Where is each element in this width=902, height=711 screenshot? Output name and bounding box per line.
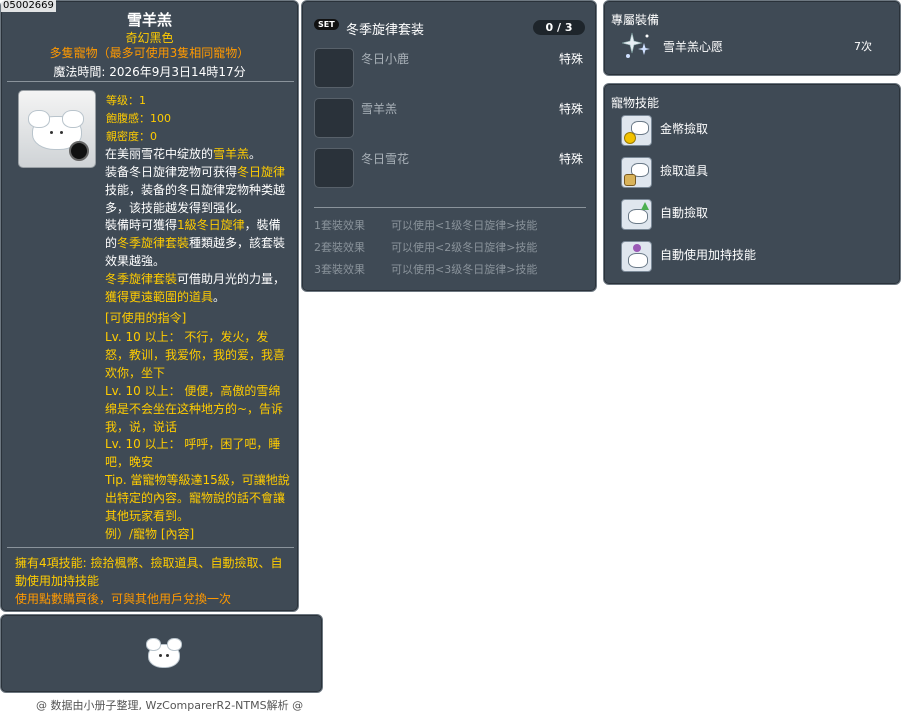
- divider: [7, 81, 294, 82]
- item-id-label: 05002669: [1, 0, 56, 12]
- description-paragraph-1: 在美丽雪花中绽放的雪羊羔。: [105, 147, 262, 161]
- stat-fullness: 飽腹感：100: [106, 112, 171, 125]
- set-item-type: 特殊: [559, 52, 584, 66]
- description-paragraph-3: 裝備時可獲得1級冬日旋律，裝備的冬季旋律套裝種類越多，該套裝效果越強。: [105, 218, 286, 268]
- skill-name: 撿取道具: [660, 164, 709, 178]
- equip-item-name: 雪羊羔心愿: [663, 40, 724, 54]
- skill-name: 自動撿取: [660, 206, 709, 220]
- item-name: 雪羊羔: [126, 11, 172, 29]
- command-tip: Tip. 當寵物等級達15級，可讓牠說出特定的內容。寵物說的話不會讓其他玩家看到…: [105, 473, 290, 523]
- set-item-name: 冬日雪花: [361, 152, 410, 166]
- pet-type-label: 多隻寵物（最多可使用3隻相同寵物）: [49, 46, 250, 60]
- command-line-1: Lv. 10 以上： 不行，发火，发怒，教训，我爱你，我的爱，我喜欢你，坐下: [105, 330, 286, 380]
- trade-note: 使用點數購買後，可與其他用戶兌換一次: [15, 592, 232, 606]
- set-effect-text: 可以使用<2级冬日旋律>技能: [391, 241, 538, 254]
- equip-panel-title: 專屬裝備: [611, 13, 660, 27]
- commands-header: [可使用的指令]: [105, 311, 187, 325]
- set-title: 冬季旋律套装: [346, 23, 425, 38]
- item-icon-frame: [18, 90, 96, 168]
- set-count: 0 / 3: [533, 20, 585, 35]
- command-example: 例）/寵物 [內容]: [105, 527, 195, 541]
- set-item-name: 冬日小鹿: [361, 52, 410, 66]
- set-effect-text: 可以使用<1级冬日旋律>技能: [391, 219, 538, 232]
- snow-lamb-set-icon: [314, 98, 354, 138]
- auto-buff-icon: [621, 241, 652, 272]
- winter-fawn-icon: [314, 48, 354, 88]
- description-paragraph-2: 装备冬日旋律宠物可获得冬日旋律技能，装备的冬日旋律宠物种类越多，该技能越发得到强…: [105, 165, 286, 215]
- item-tooltip-panel: 雪羊羔 奇幻黑色 多隻寵物（最多可使用3隻相同寵物） 魔法時間: 2026年9月…: [0, 0, 299, 612]
- divider: [314, 207, 586, 208]
- stat-closeness: 親密度：0: [106, 130, 157, 143]
- skill-panel-title: 寵物技能: [611, 96, 660, 110]
- set-effect-label: 2套裝效果: [314, 241, 365, 254]
- set-item-type: 特殊: [559, 152, 584, 166]
- winter-snowflake-icon: [314, 148, 354, 188]
- exclusive-equip-panel: 專屬裝備 雪羊羔心愿 7次: [603, 0, 901, 76]
- set-item-name: 雪羊羔: [361, 102, 398, 116]
- item-pickup-icon: [621, 157, 652, 188]
- command-line-3: Lv. 10 以上： 呼呼，困了吧，睡吧，晚安: [105, 437, 281, 469]
- skill-name: 自動使用加持技能: [660, 248, 757, 262]
- magic-time-label: 魔法時間: 2026年9月3日14時17分: [53, 65, 246, 79]
- set-item-type: 特殊: [559, 102, 584, 116]
- skill-name: 金幣撿取: [660, 122, 709, 136]
- pet-preview-panel: [0, 614, 323, 693]
- set-effect-label: 3套裝效果: [314, 263, 365, 276]
- pet-skill-panel: 寵物技能 金幣撿取 撿取道具 自動撿取 自動使用加持技能: [603, 83, 901, 285]
- divider: [7, 547, 294, 548]
- stat-level: 等级：1: [106, 94, 146, 107]
- command-line-2: Lv. 10 以上： 便便，高傲的雪绵绵是不会坐在这种地方的~，告诉我，说，说话: [105, 384, 284, 434]
- set-badge: SET: [314, 19, 339, 30]
- set-effect-text: 可以使用<3级冬日旋律>技能: [391, 263, 538, 276]
- auto-pickup-icon: [621, 199, 652, 230]
- equip-item-count: 7次: [854, 40, 872, 53]
- meso-pickup-icon: [621, 115, 652, 146]
- set-panel: SET 冬季旋律套装 0 / 3 冬日小鹿 特殊 雪羊羔 特殊 冬日雪花 特殊 …: [301, 0, 597, 292]
- snow-lamb-preview-icon: [147, 639, 181, 667]
- footer-credit: @ 数据由小册子整理, WzComparerR2-NTMS解析 @: [36, 699, 304, 711]
- sparkle-icon: [622, 32, 650, 58]
- black-bomb-icon: [69, 141, 89, 161]
- skill-count-label: 擁有4項技能: 撿拾楓幣、撿取道具、自動撿取、自動使用加持技能: [15, 556, 283, 588]
- description-paragraph-4: 冬季旋律套裝可借助月光的力量，獲得更遠範圍的道具。: [105, 272, 286, 304]
- set-effect-label: 1套裝效果: [314, 219, 365, 232]
